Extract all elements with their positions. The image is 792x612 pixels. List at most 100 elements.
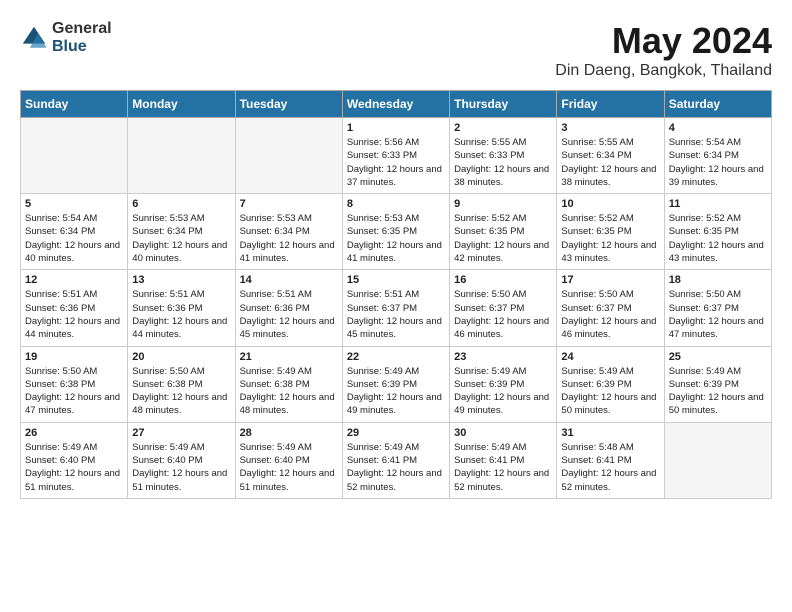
title-block: May 2024 Din Daeng, Bangkok, Thailand (555, 20, 772, 80)
day-number: 13 (132, 274, 230, 286)
cell-info: Sunrise: 5:50 AM Sunset: 6:38 PM Dayligh… (25, 365, 123, 418)
day-number: 20 (132, 351, 230, 363)
weekday-header: Thursday (450, 91, 557, 118)
calendar-cell: 22 Sunrise: 5:49 AM Sunset: 6:39 PM Dayl… (342, 346, 449, 422)
logo-blue: Blue (52, 38, 112, 56)
calendar-cell: 25 Sunrise: 5:49 AM Sunset: 6:39 PM Dayl… (664, 346, 771, 422)
day-number: 14 (240, 274, 338, 286)
cell-info: Sunrise: 5:51 AM Sunset: 6:36 PM Dayligh… (132, 288, 230, 341)
cell-info: Sunrise: 5:50 AM Sunset: 6:37 PM Dayligh… (561, 288, 659, 341)
calendar-cell: 11 Sunrise: 5:52 AM Sunset: 6:35 PM Dayl… (664, 194, 771, 270)
calendar-week-row: 26 Sunrise: 5:49 AM Sunset: 6:40 PM Dayl… (21, 422, 772, 498)
cell-info: Sunrise: 5:49 AM Sunset: 6:41 PM Dayligh… (454, 441, 552, 494)
day-number: 25 (669, 351, 767, 363)
cell-info: Sunrise: 5:51 AM Sunset: 6:36 PM Dayligh… (240, 288, 338, 341)
day-number: 3 (561, 122, 659, 134)
calendar-cell: 31 Sunrise: 5:48 AM Sunset: 6:41 PM Dayl… (557, 422, 664, 498)
day-number: 24 (561, 351, 659, 363)
calendar-cell: 14 Sunrise: 5:51 AM Sunset: 6:36 PM Dayl… (235, 270, 342, 346)
cell-info: Sunrise: 5:50 AM Sunset: 6:37 PM Dayligh… (454, 288, 552, 341)
cell-info: Sunrise: 5:49 AM Sunset: 6:39 PM Dayligh… (669, 365, 767, 418)
day-number: 15 (347, 274, 445, 286)
cell-info: Sunrise: 5:52 AM Sunset: 6:35 PM Dayligh… (454, 212, 552, 265)
day-number: 16 (454, 274, 552, 286)
cell-info: Sunrise: 5:53 AM Sunset: 6:35 PM Dayligh… (347, 212, 445, 265)
cell-info: Sunrise: 5:55 AM Sunset: 6:33 PM Dayligh… (454, 136, 552, 189)
calendar-cell: 4 Sunrise: 5:54 AM Sunset: 6:34 PM Dayli… (664, 118, 771, 194)
day-number: 6 (132, 198, 230, 210)
calendar-cell: 19 Sunrise: 5:50 AM Sunset: 6:38 PM Dayl… (21, 346, 128, 422)
calendar-cell: 7 Sunrise: 5:53 AM Sunset: 6:34 PM Dayli… (235, 194, 342, 270)
calendar-cell: 24 Sunrise: 5:49 AM Sunset: 6:39 PM Dayl… (557, 346, 664, 422)
calendar-cell: 16 Sunrise: 5:50 AM Sunset: 6:37 PM Dayl… (450, 270, 557, 346)
cell-info: Sunrise: 5:54 AM Sunset: 6:34 PM Dayligh… (669, 136, 767, 189)
day-number: 4 (669, 122, 767, 134)
calendar-cell: 20 Sunrise: 5:50 AM Sunset: 6:38 PM Dayl… (128, 346, 235, 422)
calendar-week-row: 12 Sunrise: 5:51 AM Sunset: 6:36 PM Dayl… (21, 270, 772, 346)
weekday-header: Sunday (21, 91, 128, 118)
calendar-cell (21, 118, 128, 194)
calendar-cell: 27 Sunrise: 5:49 AM Sunset: 6:40 PM Dayl… (128, 422, 235, 498)
cell-info: Sunrise: 5:49 AM Sunset: 6:38 PM Dayligh… (240, 365, 338, 418)
day-number: 18 (669, 274, 767, 286)
calendar-cell: 23 Sunrise: 5:49 AM Sunset: 6:39 PM Dayl… (450, 346, 557, 422)
calendar-week-row: 1 Sunrise: 5:56 AM Sunset: 6:33 PM Dayli… (21, 118, 772, 194)
main-title: May 2024 (555, 20, 772, 62)
calendar-cell: 13 Sunrise: 5:51 AM Sunset: 6:36 PM Dayl… (128, 270, 235, 346)
day-number: 1 (347, 122, 445, 134)
calendar-cell: 29 Sunrise: 5:49 AM Sunset: 6:41 PM Dayl… (342, 422, 449, 498)
calendar-cell: 2 Sunrise: 5:55 AM Sunset: 6:33 PM Dayli… (450, 118, 557, 194)
page-header: General Blue May 2024 Din Daeng, Bangkok… (20, 20, 772, 80)
cell-info: Sunrise: 5:55 AM Sunset: 6:34 PM Dayligh… (561, 136, 659, 189)
cell-info: Sunrise: 5:49 AM Sunset: 6:39 PM Dayligh… (561, 365, 659, 418)
calendar-cell: 9 Sunrise: 5:52 AM Sunset: 6:35 PM Dayli… (450, 194, 557, 270)
cell-info: Sunrise: 5:56 AM Sunset: 6:33 PM Dayligh… (347, 136, 445, 189)
day-number: 19 (25, 351, 123, 363)
calendar-week-row: 19 Sunrise: 5:50 AM Sunset: 6:38 PM Dayl… (21, 346, 772, 422)
day-number: 28 (240, 427, 338, 439)
cell-info: Sunrise: 5:52 AM Sunset: 6:35 PM Dayligh… (669, 212, 767, 265)
logo-icon (20, 24, 48, 52)
calendar-cell: 12 Sunrise: 5:51 AM Sunset: 6:36 PM Dayl… (21, 270, 128, 346)
calendar-cell: 5 Sunrise: 5:54 AM Sunset: 6:34 PM Dayli… (21, 194, 128, 270)
cell-info: Sunrise: 5:50 AM Sunset: 6:38 PM Dayligh… (132, 365, 230, 418)
cell-info: Sunrise: 5:49 AM Sunset: 6:40 PM Dayligh… (132, 441, 230, 494)
day-number: 11 (669, 198, 767, 210)
day-number: 26 (25, 427, 123, 439)
cell-info: Sunrise: 5:48 AM Sunset: 6:41 PM Dayligh… (561, 441, 659, 494)
calendar-cell: 17 Sunrise: 5:50 AM Sunset: 6:37 PM Dayl… (557, 270, 664, 346)
cell-info: Sunrise: 5:51 AM Sunset: 6:36 PM Dayligh… (25, 288, 123, 341)
day-number: 21 (240, 351, 338, 363)
calendar-cell: 8 Sunrise: 5:53 AM Sunset: 6:35 PM Dayli… (342, 194, 449, 270)
cell-info: Sunrise: 5:53 AM Sunset: 6:34 PM Dayligh… (240, 212, 338, 265)
calendar-table: SundayMondayTuesdayWednesdayThursdayFrid… (20, 90, 772, 499)
day-number: 10 (561, 198, 659, 210)
calendar-cell: 3 Sunrise: 5:55 AM Sunset: 6:34 PM Dayli… (557, 118, 664, 194)
day-number: 31 (561, 427, 659, 439)
cell-info: Sunrise: 5:49 AM Sunset: 6:39 PM Dayligh… (347, 365, 445, 418)
day-number: 8 (347, 198, 445, 210)
calendar-week-row: 5 Sunrise: 5:54 AM Sunset: 6:34 PM Dayli… (21, 194, 772, 270)
day-number: 22 (347, 351, 445, 363)
calendar-cell: 1 Sunrise: 5:56 AM Sunset: 6:33 PM Dayli… (342, 118, 449, 194)
day-number: 7 (240, 198, 338, 210)
day-number: 23 (454, 351, 552, 363)
day-number: 9 (454, 198, 552, 210)
logo: General Blue (20, 20, 112, 55)
day-number: 5 (25, 198, 123, 210)
calendar-cell: 6 Sunrise: 5:53 AM Sunset: 6:34 PM Dayli… (128, 194, 235, 270)
calendar-cell (235, 118, 342, 194)
cell-info: Sunrise: 5:51 AM Sunset: 6:37 PM Dayligh… (347, 288, 445, 341)
cell-info: Sunrise: 5:52 AM Sunset: 6:35 PM Dayligh… (561, 212, 659, 265)
weekday-header: Tuesday (235, 91, 342, 118)
day-number: 29 (347, 427, 445, 439)
day-number: 27 (132, 427, 230, 439)
cell-info: Sunrise: 5:54 AM Sunset: 6:34 PM Dayligh… (25, 212, 123, 265)
calendar-cell: 10 Sunrise: 5:52 AM Sunset: 6:35 PM Dayl… (557, 194, 664, 270)
day-number: 30 (454, 427, 552, 439)
cell-info: Sunrise: 5:49 AM Sunset: 6:39 PM Dayligh… (454, 365, 552, 418)
cell-info: Sunrise: 5:49 AM Sunset: 6:41 PM Dayligh… (347, 441, 445, 494)
cell-info: Sunrise: 5:53 AM Sunset: 6:34 PM Dayligh… (132, 212, 230, 265)
logo-general: General (52, 20, 112, 38)
weekday-header-row: SundayMondayTuesdayWednesdayThursdayFrid… (21, 91, 772, 118)
